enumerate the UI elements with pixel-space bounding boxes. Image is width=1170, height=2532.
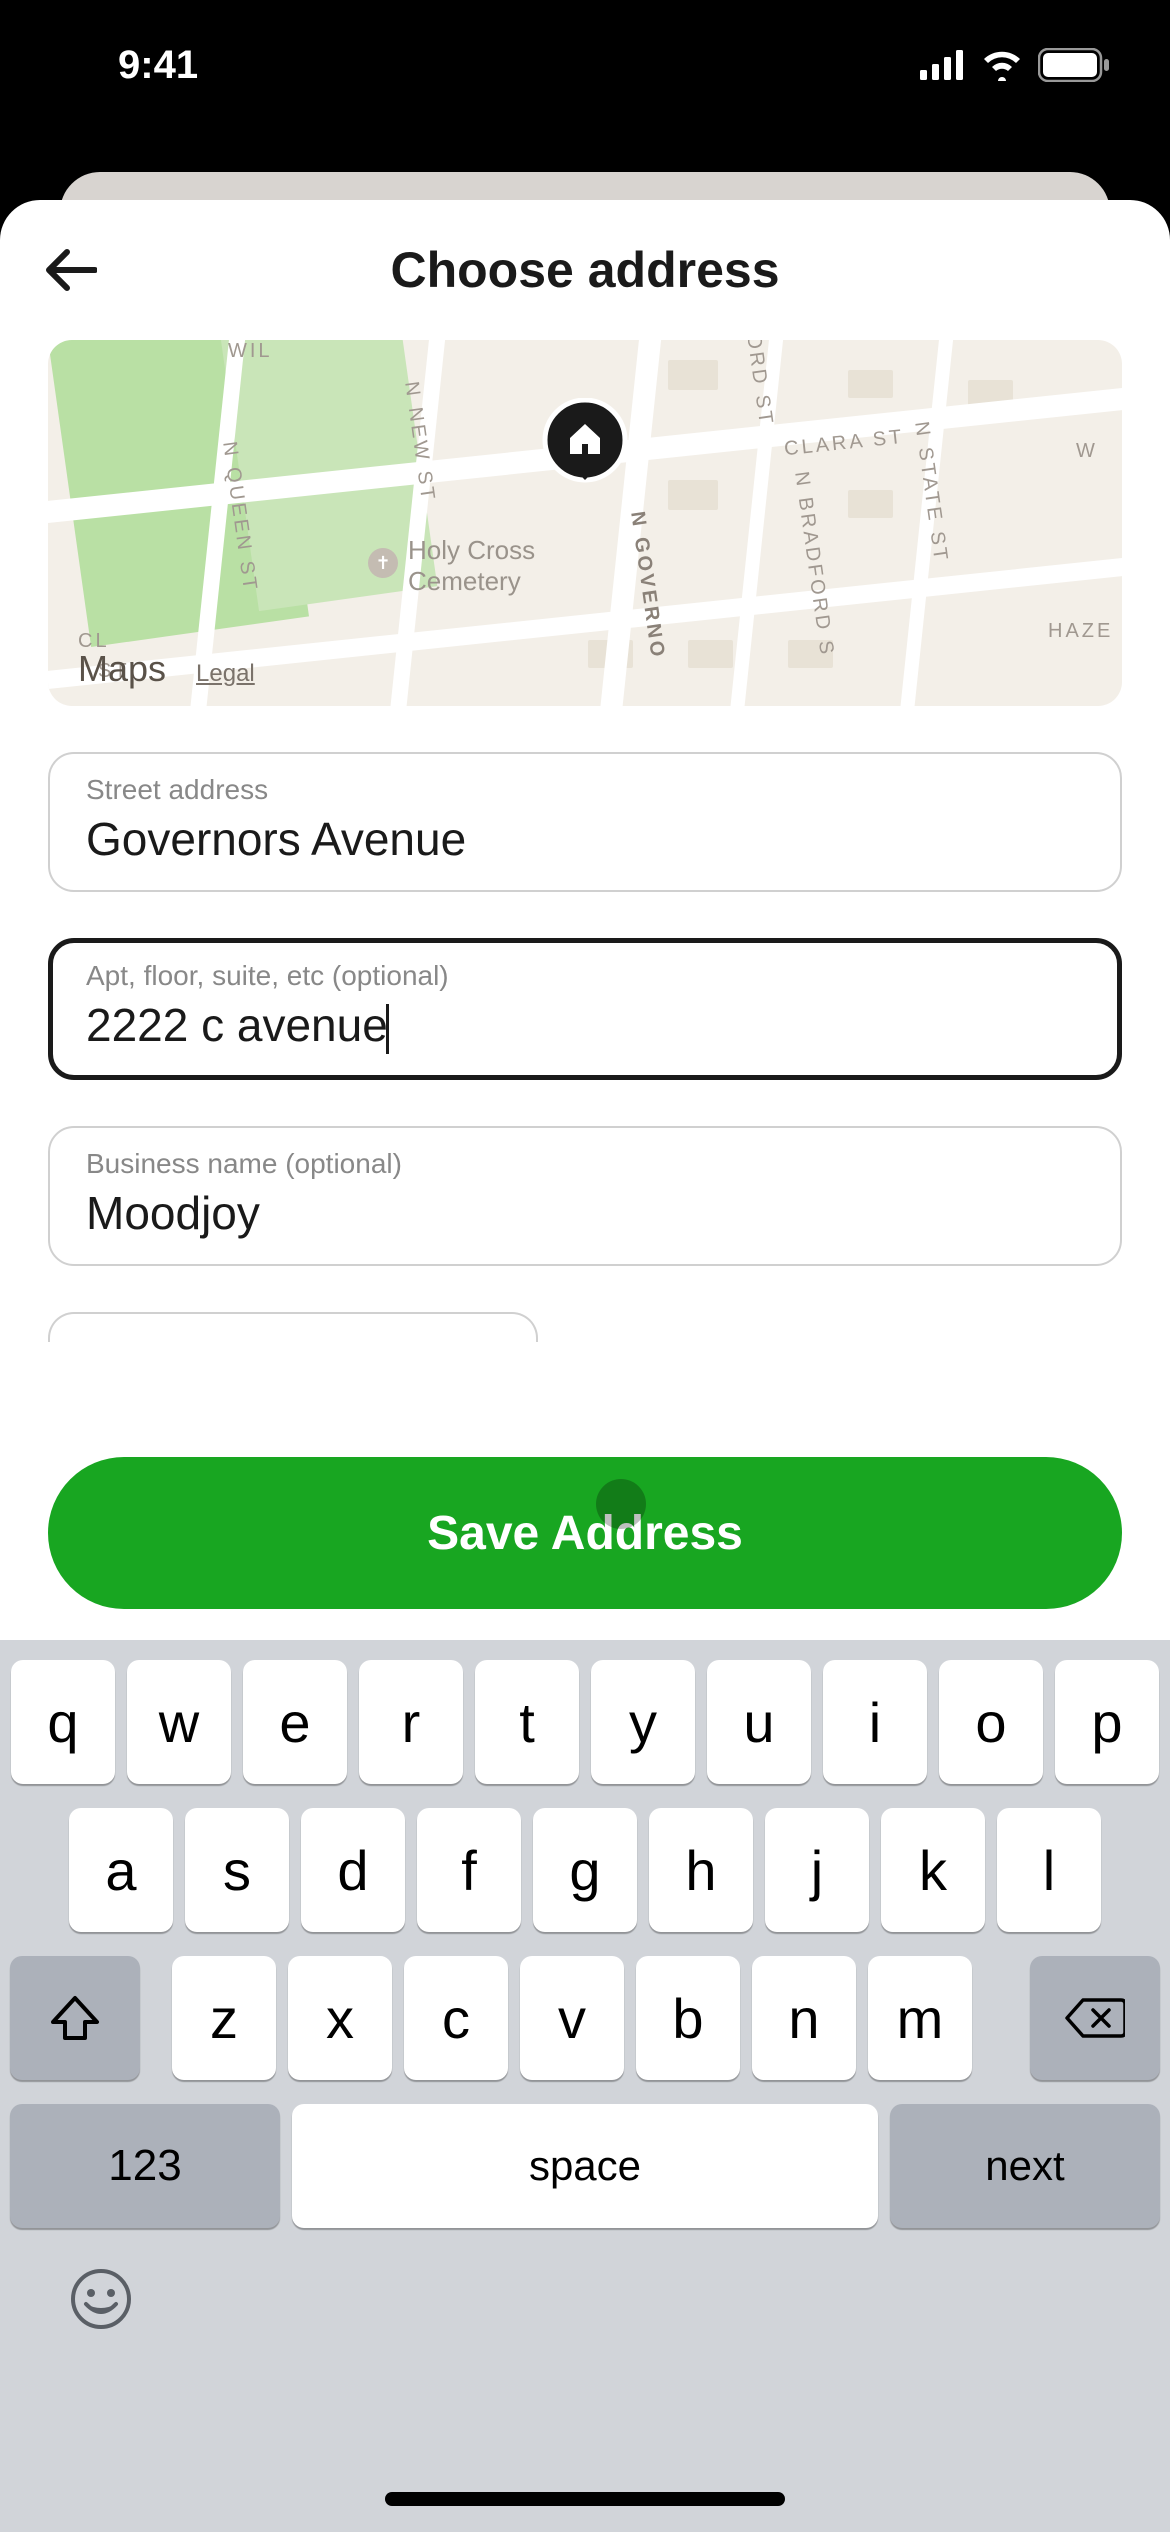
key-y[interactable]: y [591,1660,695,1784]
key-m[interactable]: m [868,1956,972,2080]
header: Choose address [0,200,1170,340]
maps-logo: Maps [78,648,166,690]
back-button[interactable] [40,240,100,300]
map-preview[interactable]: WIL N QUEEN ST N NEW ST N GOVERNO ORD ST… [48,340,1122,706]
key-b[interactable]: b [636,1956,740,2080]
key-q[interactable]: q [11,1660,115,1784]
save-address-button[interactable]: Save Address [48,1457,1122,1609]
status-icons [920,48,1110,82]
field-label: Business name (optional) [86,1148,1084,1180]
business-name-input[interactable]: Moodjoy [86,1186,1084,1240]
keyboard-row-2: asdfghjkl [0,1808,1170,1932]
next-key[interactable]: next [890,2104,1160,2228]
emoji-key[interactable] [70,2268,132,2345]
street-address-field[interactable]: Street address Governors Avenue [48,752,1122,892]
key-d[interactable]: d [301,1808,405,1932]
text-cursor [386,1004,389,1054]
street-label: N STATE ST [909,420,952,564]
apt-input[interactable]: 2222 c avenue [86,998,1084,1054]
touch-indicator [596,1479,646,1529]
key-x[interactable]: x [288,1956,392,2080]
keyboard: qwertyuiop asdfghjkl zxcvbnm 123 space n… [0,1640,1170,2532]
key-l[interactable]: l [997,1808,1101,1932]
apt-field[interactable]: Apt, floor, suite, etc (optional) 2222 c… [48,938,1122,1080]
keyboard-row-1: qwertyuiop [0,1660,1170,1784]
space-key[interactable]: space [292,2104,878,2228]
street-label: W [1076,440,1098,463]
page-title: Choose address [390,241,779,299]
key-p[interactable]: p [1055,1660,1159,1784]
street-label: WIL [228,340,273,363]
key-a[interactable]: a [69,1808,173,1932]
backspace-icon [1065,1996,1125,2040]
key-t[interactable]: t [475,1660,579,1784]
key-w[interactable]: w [127,1660,231,1784]
back-arrow-icon [43,248,97,292]
backspace-key[interactable] [1030,1956,1160,2080]
key-n[interactable]: n [752,1956,856,2080]
status-time: 9:41 [118,43,198,88]
street-label: N BRADFORD S [789,470,838,659]
home-indicator[interactable] [385,2492,785,2506]
next-field-peek[interactable] [48,1312,538,1342]
save-bar: Save Address [0,1419,1170,1641]
keyboard-bottom [0,2228,1170,2345]
address-modal: Choose address WIL N QUEEN ST N NEW ST N… [0,200,1170,2532]
address-form: Street address Governors Avenue Apt, flo… [0,706,1170,1342]
key-h[interactable]: h [649,1808,753,1932]
shift-icon [49,1994,101,2042]
save-button-label: Save Address [427,1506,743,1561]
key-f[interactable]: f [417,1808,521,1932]
cemetery-poi-icon: ✝ [368,548,398,578]
key-j[interactable]: j [765,1808,869,1932]
keyboard-row-4: 123 space next [0,2104,1170,2228]
key-o[interactable]: o [939,1660,1043,1784]
shift-key[interactable] [10,1956,140,2080]
street-address-input[interactable]: Governors Avenue [86,812,1084,866]
key-v[interactable]: v [520,1956,624,2080]
map-attribution: Maps Legal [78,648,255,690]
key-r[interactable]: r [359,1660,463,1784]
business-name-field[interactable]: Business name (optional) Moodjoy [48,1126,1122,1266]
key-c[interactable]: c [404,1956,508,2080]
status-bar: 9:41 [0,0,1170,130]
key-e[interactable]: e [243,1660,347,1784]
key-g[interactable]: g [533,1808,637,1932]
key-k[interactable]: k [881,1808,985,1932]
cellular-icon [920,50,966,80]
numbers-key[interactable]: 123 [10,2104,280,2228]
field-label: Apt, floor, suite, etc (optional) [86,960,1084,992]
key-s[interactable]: s [185,1808,289,1932]
key-z[interactable]: z [172,1956,276,2080]
map-legal-link[interactable]: Legal [196,660,255,688]
cemetery-poi-label: Holy Cross Cemetery [408,535,535,597]
street-label: HAZE [1048,620,1113,643]
key-i[interactable]: i [823,1660,927,1784]
field-label: Street address [86,774,1084,806]
wifi-icon [980,49,1024,81]
key-u[interactable]: u [707,1660,811,1784]
keyboard-row-3: zxcvbnm [0,1956,1170,2080]
emoji-icon [70,2268,132,2330]
location-pin-icon [540,398,630,508]
battery-icon [1038,48,1110,82]
